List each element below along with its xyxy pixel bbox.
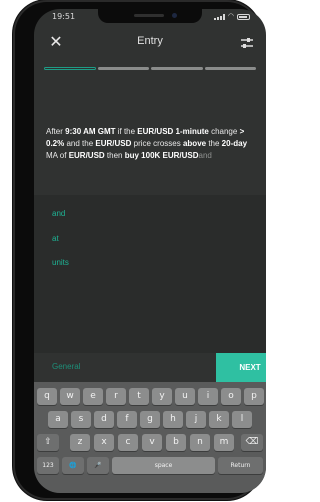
suggestion-list: and at units: [34, 195, 266, 353]
rule-token-bold: above: [182, 139, 207, 148]
rule-token-bold: buy 100K EUR/USD: [124, 151, 199, 160]
shift-key[interactable]: ⇧: [37, 434, 59, 451]
speaker: [134, 14, 164, 17]
rule-text[interactable]: After 9:30 AM GMT if the EUR/USD 1-minut…: [46, 126, 258, 162]
autocomplete-hint: and: [198, 151, 212, 160]
next-button[interactable]: NEXT: [216, 353, 266, 382]
return-key[interactable]: Return: [218, 457, 263, 474]
backspace-key[interactable]: ⌫: [241, 434, 263, 451]
key-z[interactable]: z: [70, 434, 90, 451]
rule-token-bold: 9:30 AM GMT: [65, 127, 116, 136]
keyboard-row-3: ⇧ ⌫ zxcvbnm: [34, 434, 266, 452]
rule-token: After: [46, 127, 66, 136]
space-key[interactable]: space: [112, 457, 215, 474]
key-v[interactable]: v: [142, 434, 162, 451]
key-q[interactable]: q: [37, 388, 57, 405]
key-b[interactable]: b: [166, 434, 186, 451]
key-s[interactable]: s: [71, 411, 91, 428]
keyboard-row-4: 123 🌐 🎤 space Return: [34, 457, 266, 475]
app-screen: 19:51 ◠ ✕ Entry After 9:30 AM GMT if the…: [34, 9, 266, 493]
progress-step-2: [97, 67, 149, 70]
rule-token: MA of: [46, 151, 69, 160]
key-t[interactable]: t: [129, 388, 149, 405]
key-l[interactable]: l: [232, 411, 252, 428]
key-x[interactable]: x: [94, 434, 114, 451]
globe-icon[interactable]: 🌐: [62, 457, 84, 474]
notch: [98, 9, 202, 23]
key-i[interactable]: i: [198, 388, 218, 405]
key-m[interactable]: m: [214, 434, 234, 451]
key-e[interactable]: e: [83, 388, 103, 405]
numbers-key[interactable]: 123: [37, 457, 59, 474]
key-u[interactable]: u: [175, 388, 195, 405]
key-f[interactable]: f: [117, 411, 137, 428]
key-n[interactable]: n: [190, 434, 210, 451]
keyboard-row-1: qwertyuiop: [34, 388, 266, 406]
key-y[interactable]: y: [152, 388, 172, 405]
key-k[interactable]: k: [209, 411, 229, 428]
key-w[interactable]: w: [60, 388, 80, 405]
progress-step-4: [204, 67, 256, 70]
camera: [172, 13, 177, 18]
action-bar: General NEXT: [34, 353, 266, 382]
suggestion-item-and[interactable]: and: [52, 209, 65, 218]
progress-step-1: [44, 67, 96, 70]
rule-token: price crosses: [131, 139, 183, 148]
key-d[interactable]: d: [94, 411, 114, 428]
battery-icon: [237, 13, 250, 20]
suggestion-item-at[interactable]: at: [52, 234, 59, 243]
key-j[interactable]: j: [186, 411, 206, 428]
app-header: ✕ Entry: [34, 25, 266, 65]
wifi-icon: ◠: [227, 13, 234, 20]
keyboard-row-2: asdfghjkl: [34, 411, 266, 429]
keyboard: qwertyuiop asdfghjkl ⇧ ⌫ zxcvbnm 123 🌐 🎤…: [34, 382, 266, 493]
rule-token: the: [206, 139, 222, 148]
key-p[interactable]: p: [244, 388, 264, 405]
rule-token: change: [208, 127, 240, 136]
key-o[interactable]: o: [221, 388, 241, 405]
rule-token: if the: [115, 127, 138, 136]
key-h[interactable]: h: [163, 411, 183, 428]
rule-token-bold: EUR/USD 1-minute: [137, 127, 209, 136]
category-general[interactable]: General: [52, 362, 80, 371]
key-c[interactable]: c: [118, 434, 138, 451]
suggestion-item-units[interactable]: units: [52, 258, 69, 267]
rule-token-bold: 20-day: [221, 139, 248, 148]
step-progress: [44, 67, 256, 71]
sliders-icon[interactable]: [240, 36, 254, 50]
key-g[interactable]: g: [140, 411, 160, 428]
rule-token: and the: [64, 139, 96, 148]
page-title: Entry: [137, 35, 163, 47]
system-icons: ◠: [213, 13, 250, 20]
rule-token: then: [104, 151, 125, 160]
status-time: 19:51: [52, 12, 76, 21]
microphone-icon[interactable]: 🎤: [87, 457, 109, 474]
status-bar: 19:51 ◠: [34, 9, 266, 25]
progress-step-3: [151, 67, 203, 70]
rule-token-bold: EUR/USD: [68, 151, 105, 160]
key-r[interactable]: r: [106, 388, 126, 405]
rule-token-bold: EUR/USD: [95, 139, 132, 148]
phone-frame: 19:51 ◠ ✕ Entry After 9:30 AM GMT if the…: [13, 0, 266, 500]
key-a[interactable]: a: [48, 411, 68, 428]
signal-icon: [213, 13, 225, 20]
